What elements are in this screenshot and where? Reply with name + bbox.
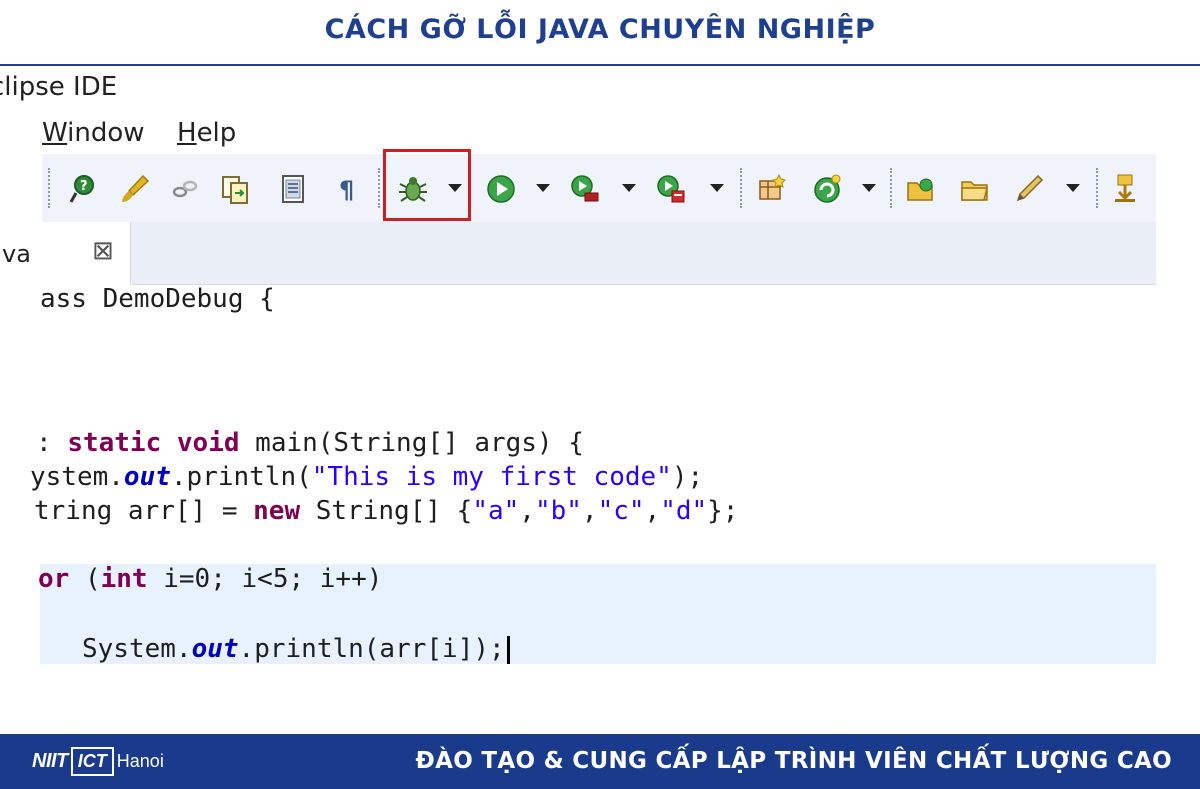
toolbar: ? ¶ [42, 149, 1156, 223]
code-line: ass DemoDebug { [40, 284, 275, 314]
code-text: tring arr[] = new String[] {"a","b","c",… [34, 496, 739, 526]
refresh-icon[interactable] [810, 172, 844, 206]
coverage-run-icon[interactable] [568, 172, 602, 206]
logo-niit-text: NIIT [32, 749, 68, 772]
code-text: : static void main(String[] args) { [36, 428, 584, 458]
refresh-dropdown-arrow[interactable] [862, 184, 876, 192]
debug-bug-icon[interactable] [396, 172, 430, 206]
code-text: System.out.println(arr[i]); [82, 634, 505, 664]
toolbar-separator [48, 168, 50, 208]
code-line-current: System.out.println(arr[i]); [82, 634, 510, 664]
page-title: CÁCH GỠ LỖI JAVA CHUYÊN NGHIỆP [324, 14, 876, 45]
new-class-icon[interactable] [754, 172, 788, 206]
footer-slogan: ĐÀO TẠO & CUNG CẤP LẬP TRÌNH VIÊN CHẤT L… [415, 748, 1172, 774]
toolbar-separator [740, 168, 742, 208]
niit-ict-logo: NIIT ICT Hanoi [32, 741, 164, 781]
code-text: or (int i=0; i<5; i++) [38, 564, 383, 594]
code-line: tring arr[] = new String[] {"a","b","c",… [34, 496, 738, 526]
next-annotation-icon[interactable] [1108, 172, 1142, 206]
menu-help[interactable]: Help [177, 118, 236, 148]
run-dropdown-arrow[interactable] [536, 184, 550, 192]
folder-icon[interactable] [958, 172, 992, 206]
svg-text:?: ? [80, 179, 88, 194]
window-title: clipse IDE [0, 72, 200, 102]
code-text: ystem.out.println("This is my first code… [30, 462, 704, 492]
code-line: : static void main(String[] args) { [36, 428, 584, 458]
brush-icon[interactable] [118, 172, 152, 206]
svg-text:¶: ¶ [339, 176, 354, 204]
code-editor[interactable]: ass DemoDebug { : static void main(Strin… [0, 284, 1156, 664]
page-footer: NIIT ICT Hanoi ĐÀO TẠO & CUNG CẤP LẬP TR… [0, 734, 1200, 789]
window-title-text: clipse IDE [0, 72, 118, 102]
toolbar-separator [378, 168, 380, 208]
text-cursor [506, 635, 510, 664]
external-tools-dropdown-arrow[interactable] [710, 184, 724, 192]
logo-city-text: Hanoi [116, 750, 164, 771]
editor-tab[interactable]: va ⊠ [0, 222, 131, 284]
external-tools-icon[interactable] [654, 172, 688, 206]
toolbar-separator [1096, 168, 1098, 208]
code-line: ystem.out.println("This is my first code… [30, 462, 703, 492]
tab-strip [131, 222, 1156, 285]
code-line: or (int i=0; i<5; i++) [38, 564, 382, 594]
help-pin-icon[interactable]: ? [66, 172, 100, 206]
debug-dropdown-arrow[interactable] [448, 184, 462, 192]
run-icon[interactable] [484, 172, 518, 206]
menu-window[interactable]: Window [42, 118, 145, 148]
toolbar-separator [890, 168, 892, 208]
copy-icon[interactable] [218, 172, 252, 206]
close-icon[interactable]: ⊠ [92, 236, 114, 266]
coverage-dropdown-arrow[interactable] [622, 184, 636, 192]
logo-ict-text: ICT [70, 746, 114, 776]
editor-tab-label: va [2, 240, 31, 268]
pencil-dropdown-arrow[interactable] [1066, 184, 1080, 192]
pilcrow-icon[interactable]: ¶ [330, 172, 364, 206]
code-text: ass DemoDebug { [40, 284, 275, 314]
document-icon[interactable] [276, 172, 310, 206]
pencil-icon[interactable] [1012, 172, 1046, 206]
link-icon[interactable] [168, 172, 202, 206]
page-header: CÁCH GỠ LỖI JAVA CHUYÊN NGHIỆP [0, 0, 1200, 66]
open-folder-icon[interactable] [904, 172, 938, 206]
